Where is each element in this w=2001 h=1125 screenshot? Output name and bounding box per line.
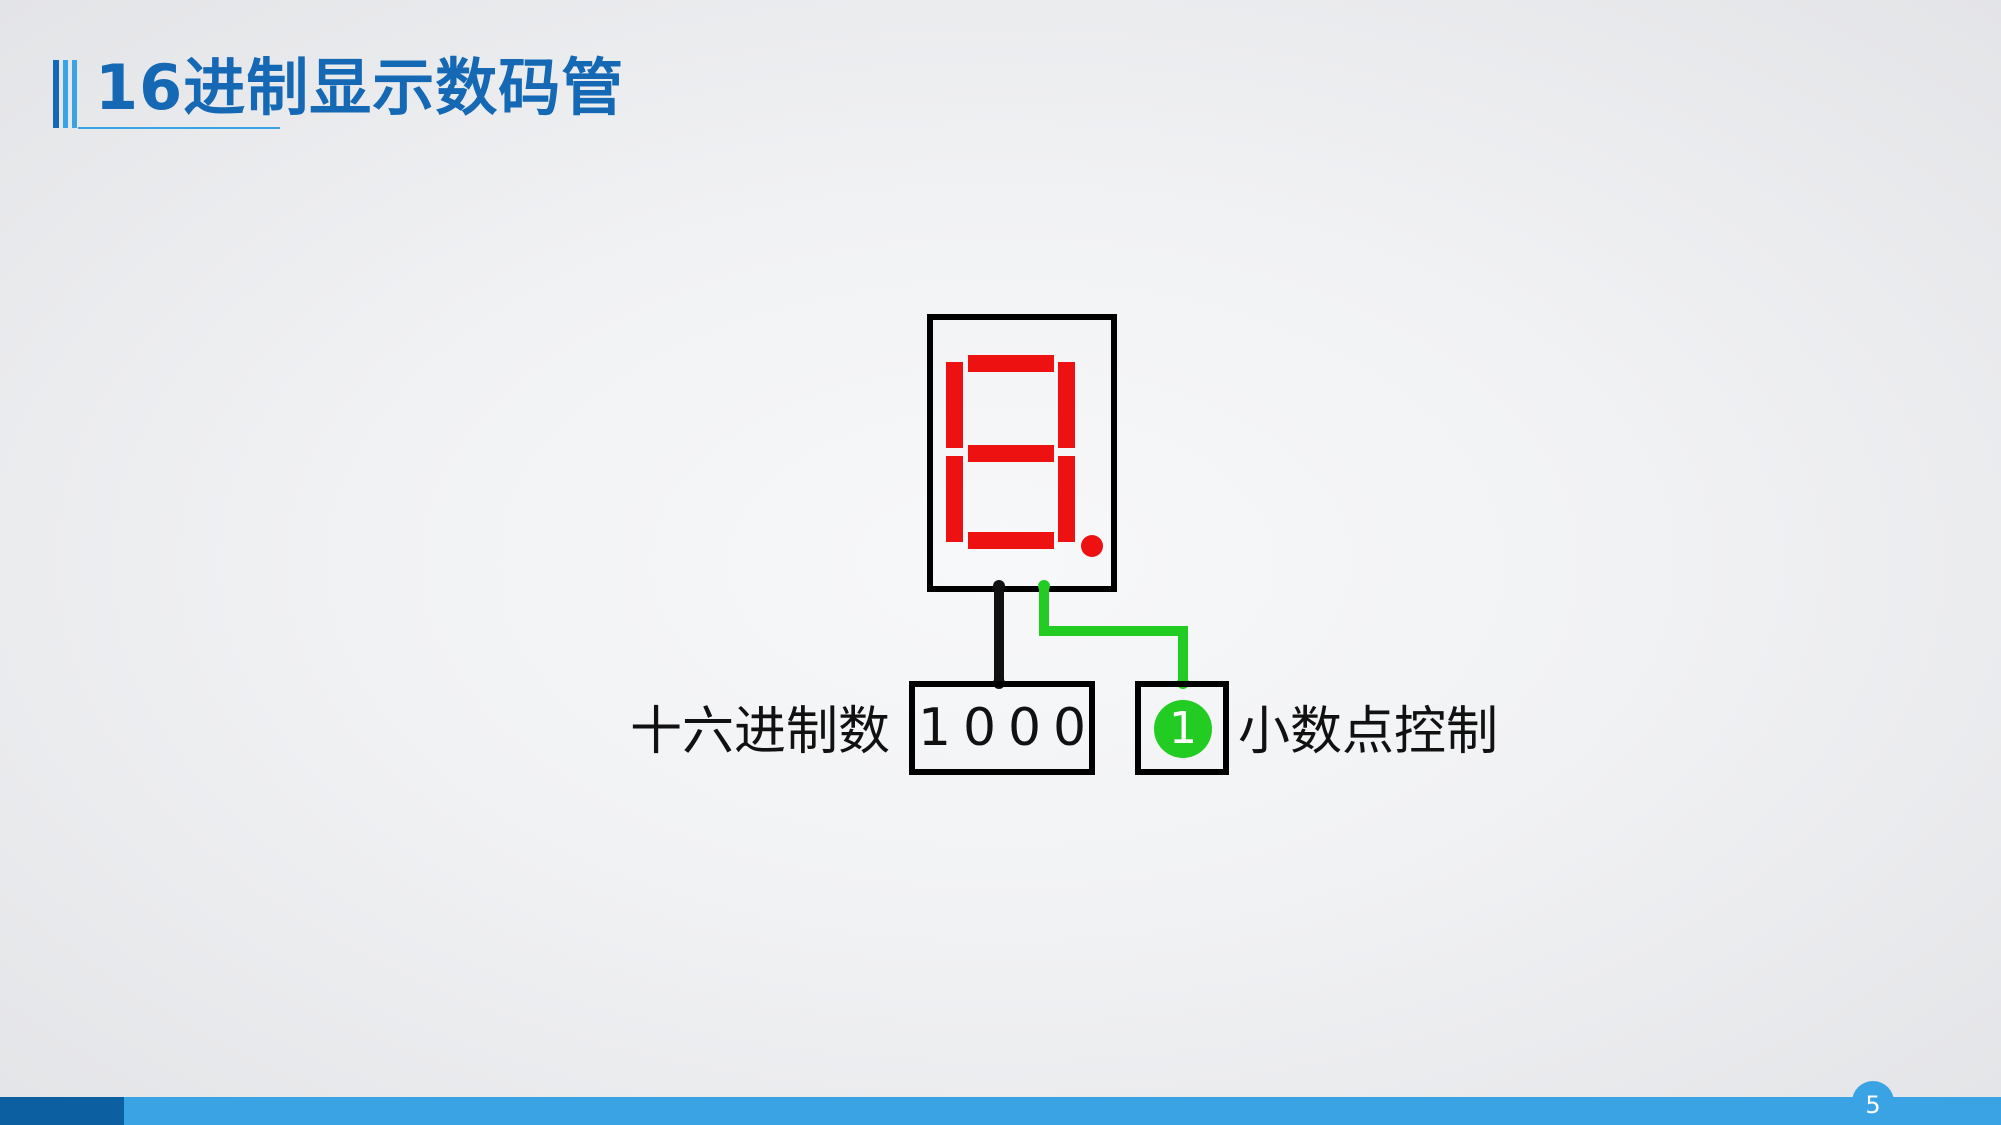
page-number: 5 <box>1865 1091 1881 1119</box>
seven-segment-diagram <box>909 314 1229 775</box>
hex-digits: 1 0 0 0 <box>912 684 1092 772</box>
dp-value: 1 <box>1169 703 1197 754</box>
segment-g <box>968 445 1054 462</box>
dp-wire <box>1039 586 1188 683</box>
segments <box>946 355 1103 557</box>
segment-c <box>1058 456 1075 542</box>
footer-bar-accent <box>0 1097 124 1125</box>
segment-b <box>1058 362 1075 448</box>
segment-f <box>946 362 963 448</box>
hex-digit: 0 <box>1052 698 1087 758</box>
hex-digit: 0 <box>962 698 997 758</box>
segment-a <box>968 355 1054 372</box>
hex-digit: 0 <box>1007 698 1042 758</box>
segment-d <box>968 532 1054 549</box>
segment-dp <box>1081 535 1103 557</box>
hex-digit: 1 <box>917 698 952 758</box>
footer-bar <box>124 1097 2001 1125</box>
dp-label: 小数点控制 <box>1238 702 1499 762</box>
segment-e <box>946 456 963 542</box>
hex-label: 十六进制数 <box>630 702 891 762</box>
